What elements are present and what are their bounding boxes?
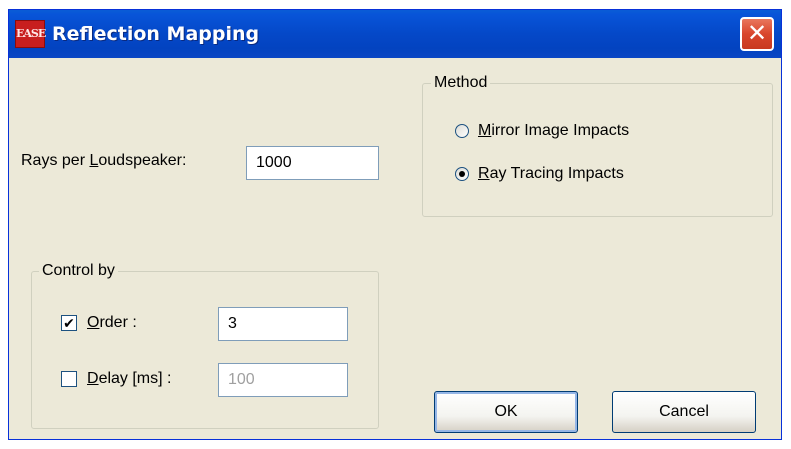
ray-tracing-impacts-label[interactable]: Ray Tracing Impacts — [478, 164, 624, 184]
mirror-image-impacts-label[interactable]: Mirror Image Impacts — [478, 121, 629, 141]
order-input[interactable]: 3 — [218, 307, 348, 341]
rays-label-prefix: Rays per — [21, 152, 90, 169]
delay-checkbox[interactable] — [61, 371, 77, 387]
delay-input[interactable]: 100 — [218, 363, 348, 397]
ray-tracing-impacts-radio[interactable] — [455, 167, 469, 181]
mirror-accelerator: M — [478, 122, 492, 139]
rays-label-suffix: oudspeaker: — [98, 152, 187, 169]
ray-tracing-accelerator: R — [478, 165, 490, 182]
order-checkbox[interactable]: ✔ — [61, 315, 77, 331]
rays-per-loudspeaker-input[interactable]: 1000 — [246, 146, 379, 180]
rays-per-loudspeaker-label: Rays per Loudspeaker: — [21, 151, 186, 171]
mirror-image-impacts-radio[interactable] — [455, 124, 469, 138]
order-accelerator: O — [87, 314, 100, 331]
delay-label-rest: elay [ms] : — [98, 370, 172, 387]
order-label-rest: rder : — [99, 314, 137, 331]
delay-label[interactable]: Delay [ms] : — [87, 369, 171, 389]
cancel-button[interactable]: Cancel — [612, 391, 756, 433]
reflection-mapping-dialog: EASE Reflection Mapping ✕ Rays per Louds… — [8, 9, 782, 440]
close-icon: ✕ — [746, 19, 768, 47]
title-bar[interactable]: EASE Reflection Mapping ✕ — [9, 10, 781, 58]
close-button[interactable]: ✕ — [740, 17, 774, 51]
delay-accelerator: D — [87, 370, 99, 387]
control-by-group-legend: Control by — [39, 261, 118, 281]
mirror-label-rest: irror Image Impacts — [491, 122, 630, 139]
ok-button[interactable]: OK — [434, 391, 578, 433]
ray-tracing-label-rest: ay Tracing Impacts — [489, 165, 624, 182]
ease-app-icon: EASE — [15, 20, 46, 48]
method-groupbox — [422, 83, 773, 217]
method-group-legend: Method — [431, 73, 491, 93]
window-title: Reflection Mapping — [52, 23, 260, 45]
order-label[interactable]: Order : — [87, 313, 137, 333]
checkmark-icon: ✔ — [63, 315, 75, 331]
control-by-groupbox — [31, 271, 379, 429]
